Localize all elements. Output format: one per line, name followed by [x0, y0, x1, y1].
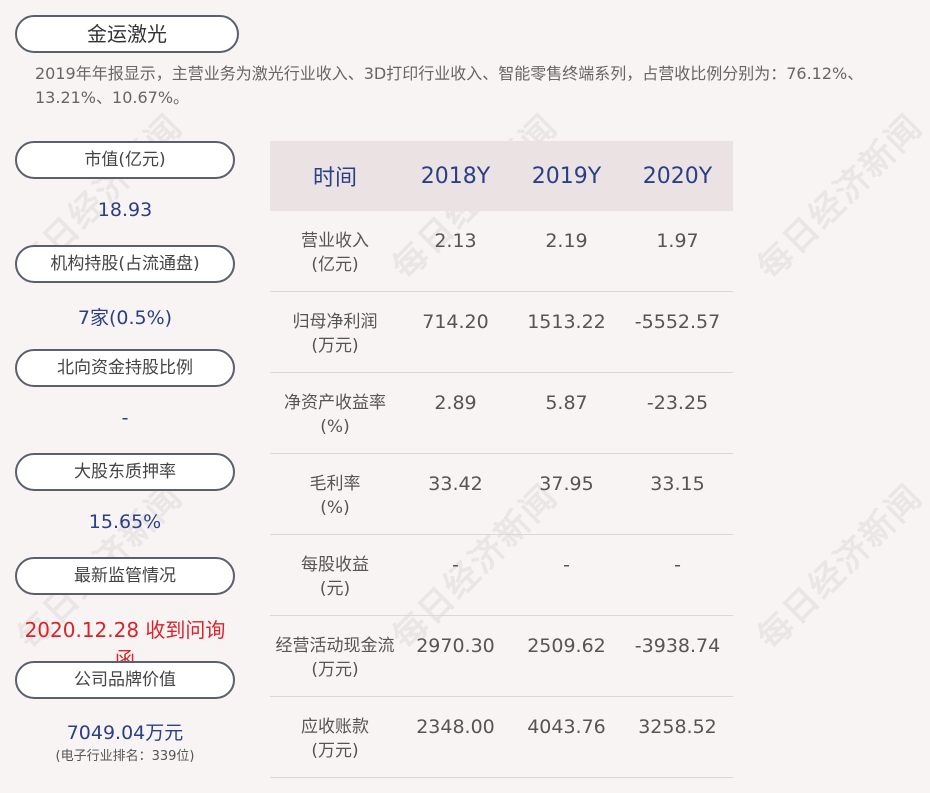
watermark-text: 每日经济新闻 [749, 476, 930, 658]
row-label: 营业收入 (亿元) [270, 229, 400, 277]
institution-holding-label: 机构持股(占流通盘) [15, 245, 235, 283]
cell-2018: - [452, 554, 459, 576]
northbound-holding-value: - [121, 407, 129, 429]
table-row: 营业收入 (亿元) 2.13 2.19 1.97 [270, 211, 733, 292]
table-row: 净资产收益率 (%) 2.89 5.87 -23.25 [270, 373, 733, 454]
row-label-name: 毛利率 [309, 474, 361, 494]
row-label-unit: (%) [320, 417, 350, 437]
row-label-unit: (元) [319, 579, 351, 599]
northbound-holding-label: 北向资金持股比例 [15, 349, 235, 387]
row-label: 归母净利润 (万元) [270, 310, 400, 358]
row-label-unit: (%) [320, 498, 350, 518]
watermark-text: 每日经济新闻 [749, 106, 930, 288]
header-2020: 2020Y [642, 163, 713, 189]
row-label: 净资产收益率 (%) [270, 391, 400, 439]
row-label: 经营活动现金流 (万元) [270, 634, 400, 682]
row-label: 毛利率 (%) [270, 472, 400, 520]
regulation-label: 最新监管情况 [15, 557, 235, 595]
cell-2019: 37.95 [539, 473, 594, 495]
row-label-name: 应收账款 [301, 717, 369, 737]
row-label-name: 归母净利润 [292, 312, 378, 332]
pledge-ratio-value: 15.65% [88, 511, 162, 533]
brand-value-label: 公司品牌价值 [15, 661, 235, 699]
row-label-name: 经营活动现金流 [275, 636, 395, 656]
brand-value: 7049.04万元 [66, 722, 184, 744]
cell-2018: 2.13 [434, 230, 477, 252]
table-row: 经营活动现金流 (万元) 2970.30 2509.62 -3938.74 [270, 616, 733, 697]
row-label: 应收账款 (万元) [270, 715, 400, 763]
row-label-name: 净资产收益率 [284, 393, 386, 413]
row-label-unit: (万元) [311, 660, 359, 680]
row-label-unit: (亿元) [311, 255, 359, 275]
cell-2020: -5552.57 [634, 311, 721, 333]
row-label-name: 营业收入 [301, 231, 369, 251]
header-2018: 2018Y [420, 163, 491, 189]
cell-2020: - [674, 554, 681, 576]
table-row: 归母净利润 (万元) 714.20 1513.22 -5552.57 [270, 292, 733, 373]
brand-rank: (电子行业排名：339位) [55, 749, 195, 764]
institution-holding-value: 7家(0.5%) [77, 307, 173, 329]
cell-2018: 714.20 [422, 311, 489, 333]
pledge-ratio-label: 大股东质押率 [15, 453, 235, 491]
cell-2020: 1.97 [656, 230, 699, 252]
cell-2019: 1513.22 [527, 311, 606, 333]
table-row: 应收账款 (万元) 2348.00 4043.76 3258.52 [270, 697, 733, 778]
cell-2019: 4043.76 [527, 716, 606, 738]
cell-2019: 2509.62 [527, 635, 606, 657]
cell-2020: -23.25 [646, 392, 709, 414]
cell-2019: 5.87 [545, 392, 588, 414]
cell-2019: 2.19 [545, 230, 588, 252]
cell-2018: 2970.30 [416, 635, 495, 657]
cell-2020: 33.15 [650, 473, 705, 495]
cell-2019: - [563, 554, 570, 576]
table-header: 时间 2018Y 2019Y 2020Y [270, 141, 733, 211]
financial-table: 时间 2018Y 2019Y 2020Y 营业收入 (亿元) 2.13 2.19… [270, 141, 733, 778]
row-label-unit: (万元) [311, 336, 359, 356]
annual-report-summary: 2019年年报显示，主营业务为激光行业收入、3D打印行业收入、智能零售终端系列，… [35, 64, 864, 107]
cell-2018: 2348.00 [416, 716, 495, 738]
market-cap-label: 市值(亿元) [15, 141, 235, 179]
header-2019: 2019Y [531, 163, 602, 189]
table-row: 每股收益 (元) - - - [270, 535, 733, 616]
cell-2020: -3938.74 [634, 635, 721, 657]
cell-2018: 33.42 [428, 473, 483, 495]
row-label-name: 每股收益 [301, 555, 369, 575]
cell-2020: 3258.52 [638, 716, 717, 738]
company-name-title: 金运激光 [15, 15, 239, 53]
row-label-unit: (万元) [311, 741, 359, 761]
market-cap-value: 18.93 [97, 199, 153, 221]
cell-2018: 2.89 [434, 392, 477, 414]
row-label: 每股收益 (元) [270, 553, 400, 601]
header-time: 时间 [312, 166, 357, 191]
table-row: 毛利率 (%) 33.42 37.95 33.15 [270, 454, 733, 535]
